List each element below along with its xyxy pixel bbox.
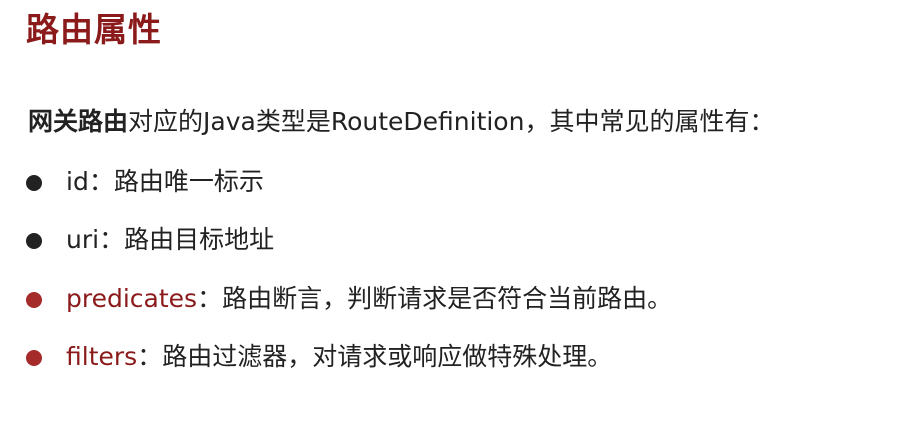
bullet-desc: ：路由唯一标示 — [88, 167, 264, 196]
bullet-dot-icon — [26, 233, 42, 249]
bullet-term: filters — [66, 342, 138, 371]
bullet-desc: ：路由过滤器，对请求或响应做特殊处理。 — [137, 342, 613, 371]
bullet-desc: ：路由目标地址 — [99, 225, 275, 254]
bullet-dot-icon — [26, 175, 42, 191]
bullet-term: predicates — [66, 284, 198, 313]
bullet-dot-icon — [26, 350, 42, 366]
bullet-term: id — [66, 167, 89, 196]
bullet-term: uri — [66, 225, 100, 254]
intro-bold: 网关路由 — [28, 107, 129, 136]
intro-text: 对应的Java类型是RouteDefinition，其中常见的属性有： — [128, 107, 775, 136]
intro-paragraph: 网关路由对应的Java类型是RouteDefinition，其中常见的属性有： — [28, 104, 774, 140]
bullet-dot-icon — [26, 292, 42, 308]
bullet-desc: ：路由断言，判断请求是否符合当前路由。 — [197, 284, 673, 313]
slide-title: 路由属性 — [26, 10, 162, 49]
